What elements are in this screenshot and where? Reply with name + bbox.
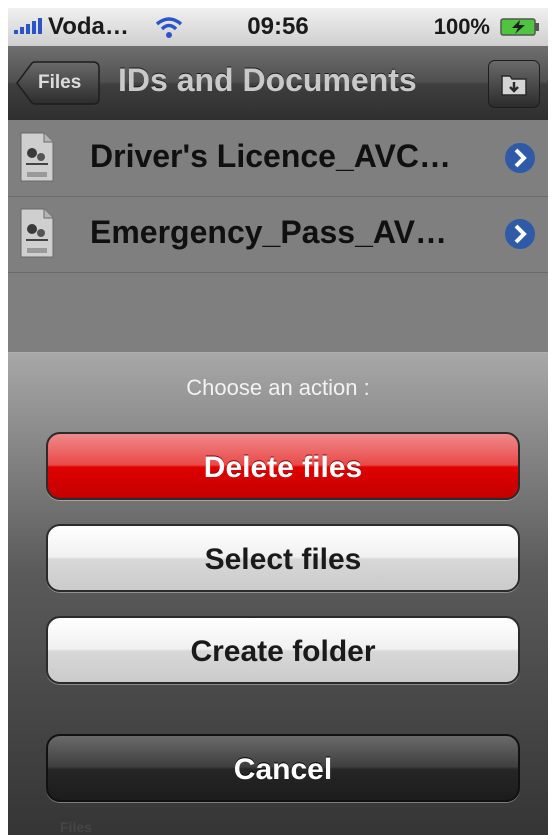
- action-sheet: Choose an action : Delete files Select f…: [8, 352, 548, 835]
- status-bar: Voda… 09:56 100%: [8, 8, 548, 46]
- back-button-label: Files: [38, 72, 82, 93]
- file-name: Driver's Licence_AVC…: [90, 138, 451, 174]
- create-folder-button[interactable]: Create folder: [46, 616, 520, 684]
- file-list: Driver's Licence_AVC… Emergency_Pass_AV…: [8, 120, 548, 352]
- list-item[interactable]: Driver's Licence_AVC…: [8, 120, 548, 197]
- tab-bar-behind-sheet: Files: [8, 813, 548, 835]
- battery-percentage: 100%: [433, 14, 490, 39]
- folder-import-icon: [501, 75, 527, 96]
- delete-files-button[interactable]: Delete files: [46, 432, 520, 500]
- phone-screen: Voda… 09:56 100% Files IDs and Documents…: [8, 8, 548, 835]
- chevron-right-icon[interactable]: [504, 218, 536, 250]
- file-name: Emergency_Pass_AV…: [90, 214, 447, 250]
- page-title: IDs and Documents: [118, 62, 417, 98]
- select-files-button[interactable]: Select files: [46, 524, 520, 592]
- tab-files-label: Files: [60, 819, 92, 835]
- list-item[interactable]: Emergency_Pass_AV…: [8, 196, 548, 273]
- back-button[interactable]: Files: [16, 61, 100, 105]
- import-folder-button[interactable]: [488, 60, 540, 108]
- jpeg-file-icon: [20, 208, 54, 258]
- action-sheet-title: Choose an action :: [186, 375, 370, 400]
- cancel-button[interactable]: Cancel: [46, 734, 520, 802]
- jpeg-file-icon: [20, 132, 54, 182]
- chevron-right-icon[interactable]: [504, 142, 536, 174]
- battery-charging-icon: [500, 18, 539, 36]
- navigation-bar: Files IDs and Documents: [8, 46, 548, 121]
